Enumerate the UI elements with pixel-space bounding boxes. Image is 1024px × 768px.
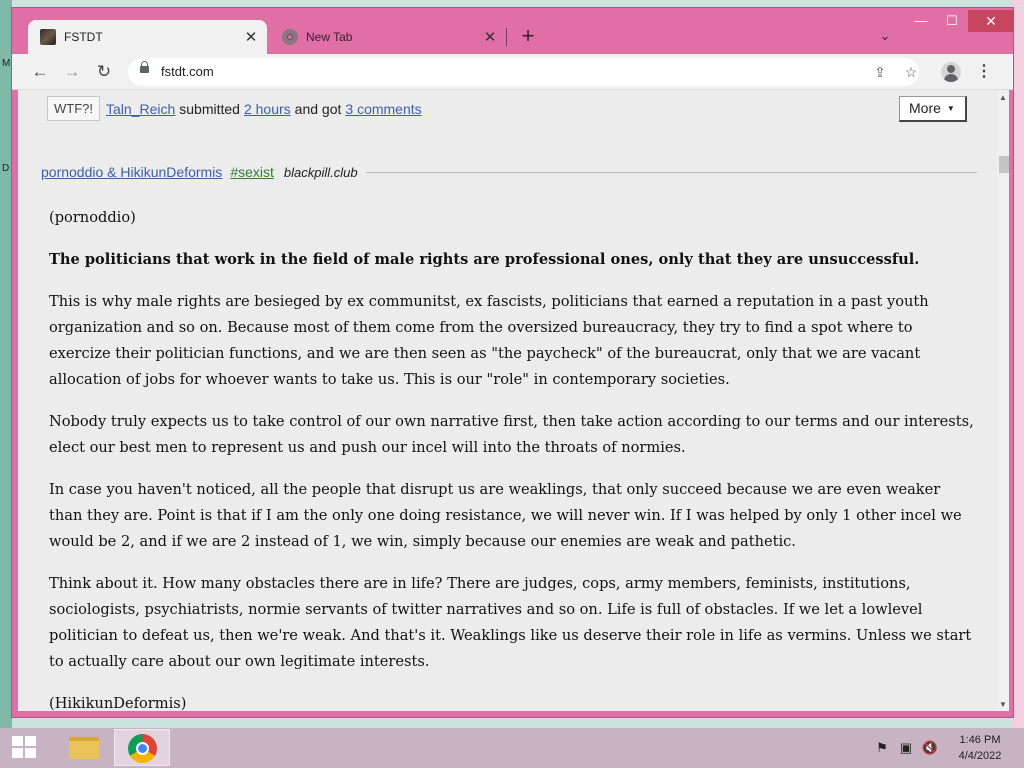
taskbar: ⚑ ▣ 🔇 1:46 PM 4/4/2022	[0, 728, 1024, 768]
scroll-down-arrow-icon[interactable]: ▼	[997, 699, 1009, 711]
tab-strip: FSTDT ✕ New Tab ✕ + ⌄ — ☐ ✕	[12, 8, 1014, 54]
comments-link[interactable]: 3 comments	[345, 101, 421, 117]
chrome-icon	[128, 734, 157, 763]
profile-avatar-icon[interactable]	[941, 62, 961, 82]
quote-header: pornoddio & HikikunDeformis #sexist blac…	[41, 164, 977, 180]
source-site: blackpill.club	[283, 164, 358, 180]
chrome-favicon-icon	[282, 29, 298, 45]
more-button[interactable]: More ▼	[899, 96, 967, 122]
network-icon[interactable]: ▣	[897, 740, 915, 756]
quote-paragraph: Think about it. How many obstacles there…	[49, 575, 972, 670]
back-arrow-icon[interactable]: ←	[27, 59, 53, 85]
bookmark-star-icon[interactable]: ☆	[899, 60, 923, 84]
tab-title: New Tab	[306, 30, 353, 44]
quote-paragraph: In case you haven't noticed, all the peo…	[49, 481, 962, 550]
quote-authors-link[interactable]: pornoddio & HikikunDeformis	[41, 164, 222, 180]
address-bar[interactable]: fstdt.com ⇪ ☆	[128, 58, 919, 86]
quote-paragraph: Nobody truly expects us to take control …	[49, 413, 974, 456]
browser-toolbar: ← → ↻ fstdt.com ⇪ ☆ ⋮	[12, 54, 1013, 90]
file-explorer-taskbar-button[interactable]	[53, 729, 109, 766]
submitted-text: submitted	[179, 100, 240, 117]
url-text[interactable]: fstdt.com	[161, 64, 214, 79]
browser-window: FSTDT ✕ New Tab ✕ + ⌄ — ☐ ✕ ← → ↻ fstdt.…	[11, 7, 1014, 718]
quote-paragraph: This is why male rights are besieged by …	[49, 293, 929, 388]
clock-date: 4/4/2022	[958, 750, 1002, 762]
quote-body: (pornoddio) The politicians that work in…	[49, 205, 974, 711]
forward-arrow-icon[interactable]: →	[59, 59, 85, 85]
more-label: More	[909, 100, 941, 116]
close-tab-icon[interactable]: ✕	[241, 28, 261, 46]
quote-paragraph: (HikikunDeformis)	[49, 695, 187, 711]
tab-separator	[506, 28, 507, 46]
new-tab-button[interactable]: +	[515, 24, 541, 50]
wtf-badge[interactable]: WTF?!	[47, 96, 100, 121]
system-clock[interactable]: 1:46 PM 4/4/2022	[950, 732, 1010, 764]
clock-time: 1:46 PM	[959, 734, 1001, 746]
header-divider	[365, 171, 977, 173]
scroll-up-arrow-icon[interactable]: ▲	[997, 92, 1009, 104]
desktop-icon-label[interactable]: D	[2, 163, 9, 174]
volume-muted-icon[interactable]: 🔇	[921, 740, 939, 756]
post-meta: WTF?! Taln_Reich submitted 2 hours and g…	[47, 96, 422, 121]
close-window-button[interactable]: ✕	[968, 10, 1014, 32]
tag-link[interactable]: #sexist	[230, 164, 274, 180]
dropdown-caret-icon: ▼	[946, 104, 955, 113]
page-content: WTF?! Taln_Reich submitted 2 hours and g…	[18, 90, 997, 711]
tab-new-tab[interactable]: New Tab ✕	[270, 20, 506, 54]
minimize-button[interactable]: —	[906, 10, 936, 32]
quote-paragraph-bold: The politicians that work in the field o…	[49, 251, 920, 268]
lock-icon[interactable]	[140, 61, 149, 73]
quote-paragraph: (pornoddio)	[49, 209, 136, 226]
share-icon[interactable]: ⇪	[868, 60, 892, 84]
action-center-flag-icon[interactable]: ⚑	[873, 740, 891, 756]
page-scrollbar[interactable]: ▲ ▼	[997, 90, 1009, 711]
tab-title: FSTDT	[64, 30, 103, 44]
tab-search-chevron-icon[interactable]: ⌄	[874, 25, 896, 47]
time-link[interactable]: 2 hours	[244, 101, 291, 117]
browser-menu-icon[interactable]: ⋮	[976, 59, 992, 85]
desktop-icon-label[interactable]: M	[2, 58, 10, 69]
maximize-button[interactable]: ☐	[938, 10, 966, 32]
submitter-link[interactable]: Taln_Reich	[106, 101, 175, 117]
close-tab-icon[interactable]: ✕	[480, 28, 500, 46]
scrollbar-thumb[interactable]	[999, 156, 1009, 173]
start-button[interactable]	[0, 728, 50, 768]
reload-icon[interactable]: ↻	[91, 59, 117, 85]
chrome-taskbar-button[interactable]	[114, 729, 170, 766]
and-got-text: and got	[294, 100, 342, 117]
fstdt-favicon-icon	[40, 29, 56, 45]
folder-icon	[69, 737, 99, 759]
windows-logo-icon	[12, 736, 36, 758]
tab-fstdt[interactable]: FSTDT ✕	[28, 20, 267, 54]
